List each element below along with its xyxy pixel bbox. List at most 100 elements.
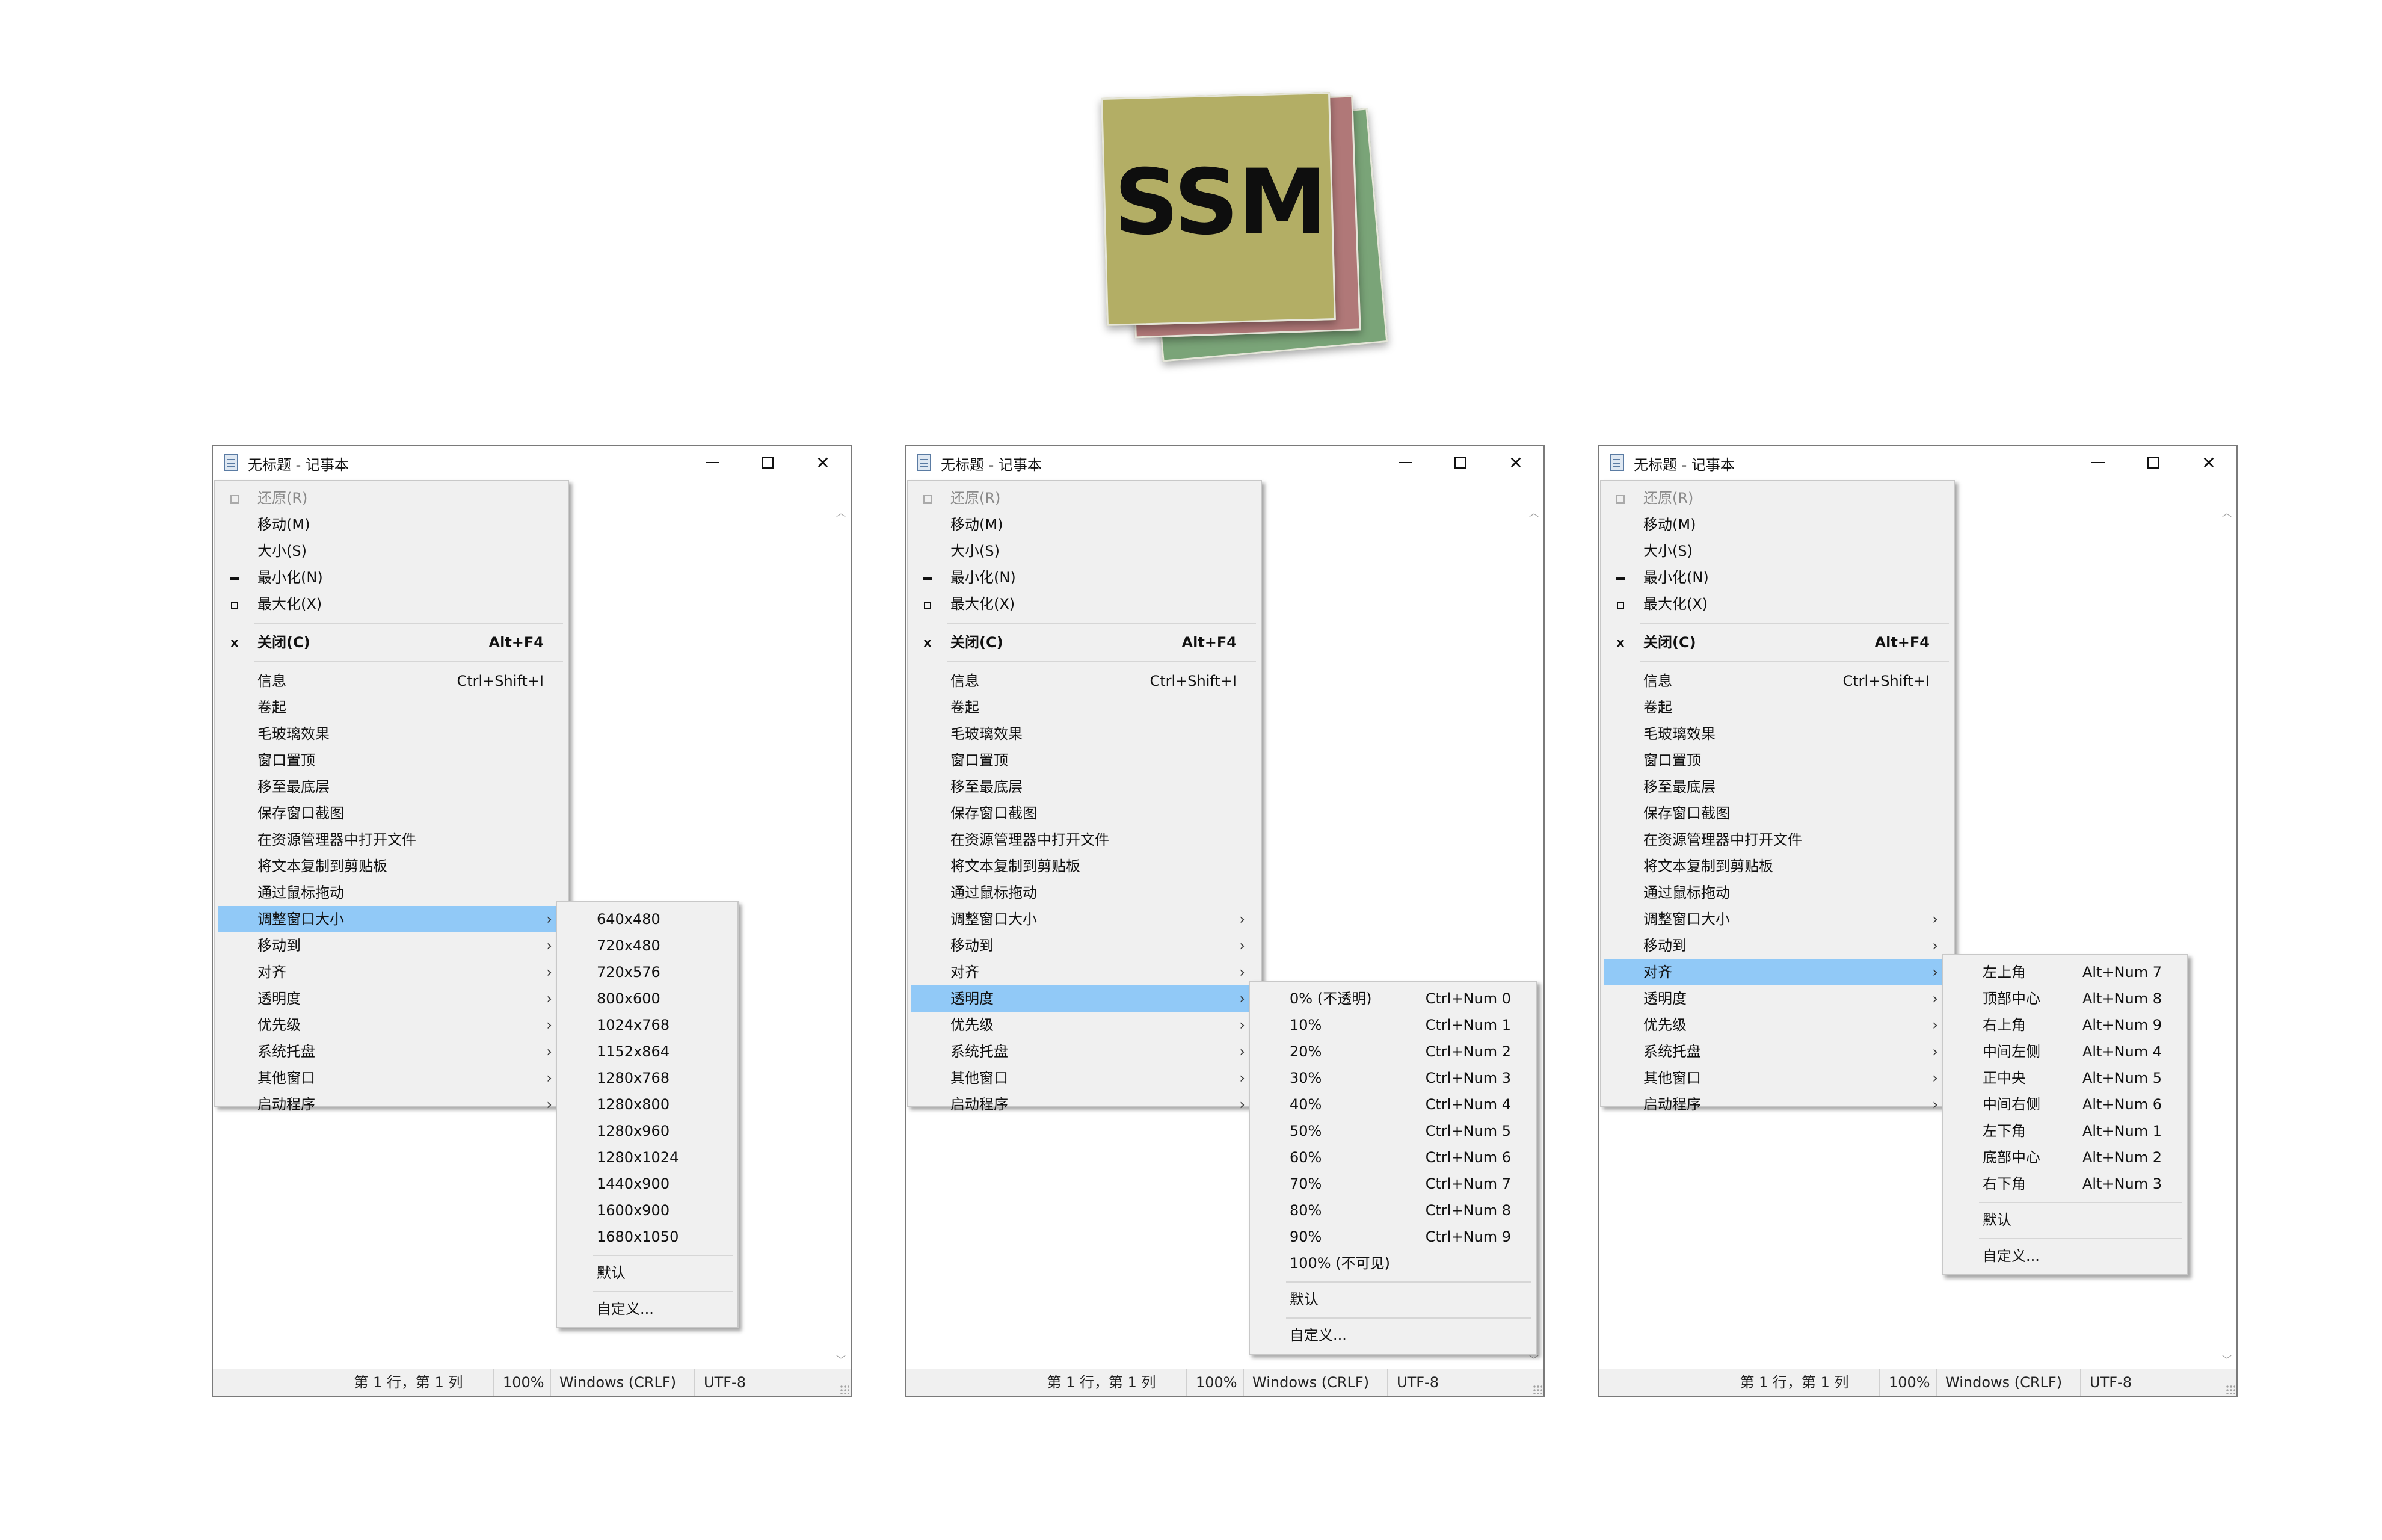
system-menu-item-12[interactable]: 在资源管理器中打开文件 (1604, 827, 1951, 853)
align-submenu-item-7[interactable]: 底部中心 Alt+Num 2 (1945, 1144, 2185, 1171)
system-menu-item-14[interactable]: 通过鼠标拖动 (911, 879, 1258, 906)
resize-submenu-default[interactable]: 默认 (559, 1260, 735, 1286)
system-menu-item-22[interactable]: 启动程序 › (1604, 1091, 1951, 1118)
opacity-submenu-item-8[interactable]: 80% Ctrl+Num 8 (1252, 1197, 1534, 1224)
minimize-button[interactable] (685, 446, 740, 479)
resize-submenu-item-6[interactable]: 1280x768 (559, 1065, 735, 1091)
system-menu-item-19[interactable]: 优先级 › (1604, 1012, 1951, 1038)
minimize-button[interactable] (2070, 446, 2126, 479)
opacity-submenu-default[interactable]: 默认 (1252, 1286, 1534, 1313)
system-menu-item-20[interactable]: 系统托盘 › (1604, 1038, 1951, 1065)
align-submenu-item-5[interactable]: 中间右侧 Alt+Num 6 (1945, 1091, 2185, 1118)
system-menu-item-6[interactable]: 信息 Ctrl+Shift+I (218, 668, 565, 694)
system-menu-item-17[interactable]: 对齐 › (911, 959, 1258, 985)
maximize-button[interactable] (740, 446, 795, 479)
resize-submenu-item-10[interactable]: 1440x900 (559, 1171, 735, 1197)
resize-submenu-item-8[interactable]: 1280x960 (559, 1118, 735, 1144)
resize-submenu-item-7[interactable]: 1280x800 (559, 1091, 735, 1118)
system-menu-item-17[interactable]: 对齐 › (218, 959, 565, 985)
system-menu-item-21[interactable]: 其他窗口 › (911, 1065, 1258, 1091)
scroll-down-icon[interactable]: ﹀ (2217, 1351, 2236, 1369)
system-menu-item-14[interactable]: 通过鼠标拖动 (1604, 879, 1951, 906)
align-submenu-item-2[interactable]: 右上角 Alt+Num 9 (1945, 1012, 2185, 1038)
system-menu-item-19[interactable]: 优先级 › (218, 1012, 565, 1038)
system-menu-item-9[interactable]: 窗口置顶 (218, 747, 565, 774)
maximize-button[interactable] (2126, 446, 2181, 479)
system-menu-item-8[interactable]: 毛玻璃效果 (1604, 721, 1951, 747)
system-menu-item-2[interactable]: 大小(S) (911, 538, 1258, 564)
scroll-up-icon[interactable]: ︿ (1524, 504, 1543, 522)
scroll-down-icon[interactable]: ﹀ (831, 1351, 851, 1369)
system-menu-item-21[interactable]: 其他窗口 › (218, 1065, 565, 1091)
resize-submenu-item-0[interactable]: 640x480 (559, 906, 735, 932)
system-menu-item-10[interactable]: 移至最底层 (1604, 774, 1951, 800)
system-menu-item-12[interactable]: 在资源管理器中打开文件 (218, 827, 565, 853)
system-menu-item-22[interactable]: 启动程序 › (218, 1091, 565, 1118)
align-submenu-item-3[interactable]: 中间左侧 Alt+Num 4 (1945, 1038, 2185, 1065)
system-menu-item-10[interactable]: 移至最底层 (911, 774, 1258, 800)
resize-grip[interactable] (840, 1385, 849, 1394)
minimize-button[interactable] (1377, 446, 1433, 479)
align-submenu-custom[interactable]: 自定义... (1945, 1243, 2185, 1269)
system-menu-item-22[interactable]: 启动程序 › (911, 1091, 1258, 1118)
vertical-scrollbar[interactable]: ︿ ﹀ (2217, 504, 2236, 1369)
resize-grip[interactable] (2226, 1385, 2235, 1394)
system-menu-item-16[interactable]: 移动到 › (911, 932, 1258, 959)
system-menu-item-4[interactable]: 最大化(X) (1604, 591, 1951, 617)
system-menu-item-5[interactable]: x 关闭(C) Alt+F4 (911, 629, 1258, 656)
scroll-up-icon[interactable]: ︿ (2217, 504, 2236, 522)
title-bar[interactable]: 无标题 - 记事本 ✕ (1599, 446, 2236, 479)
system-menu-item-13[interactable]: 将文本复制到剪贴板 (218, 853, 565, 879)
system-menu-item-1[interactable]: 移动(M) (1604, 511, 1951, 538)
opacity-submenu-item-10[interactable]: 100% (不可见) (1252, 1250, 1534, 1277)
system-menu-item-3[interactable]: 最小化(N) (1604, 564, 1951, 591)
align-submenu-item-4[interactable]: 正中央 Alt+Num 5 (1945, 1065, 2185, 1091)
system-menu-item-1[interactable]: 移动(M) (218, 511, 565, 538)
system-menu-item-10[interactable]: 移至最底层 (218, 774, 565, 800)
system-menu-item-6[interactable]: 信息 Ctrl+Shift+I (1604, 668, 1951, 694)
system-menu-item-5[interactable]: x 关闭(C) Alt+F4 (218, 629, 565, 656)
system-menu-item-6[interactable]: 信息 Ctrl+Shift+I (911, 668, 1258, 694)
system-menu-item-7[interactable]: 卷起 (1604, 694, 1951, 721)
system-menu-item-8[interactable]: 毛玻璃效果 (911, 721, 1258, 747)
system-menu-item-12[interactable]: 在资源管理器中打开文件 (911, 827, 1258, 853)
system-menu-item-11[interactable]: 保存窗口截图 (1604, 800, 1951, 827)
system-menu-item-2[interactable]: 大小(S) (1604, 538, 1951, 564)
system-menu-item-9[interactable]: 窗口置顶 (911, 747, 1258, 774)
close-button[interactable]: ✕ (1488, 446, 1543, 479)
system-menu-item-2[interactable]: 大小(S) (218, 538, 565, 564)
system-menu-item-18[interactable]: 透明度 › (218, 985, 565, 1012)
system-menu-item-4[interactable]: 最大化(X) (911, 591, 1258, 617)
opacity-submenu-item-6[interactable]: 60% Ctrl+Num 6 (1252, 1144, 1534, 1171)
system-menu-item-3[interactable]: 最小化(N) (218, 564, 565, 591)
title-bar[interactable]: 无标题 - 记事本 ✕ (213, 446, 851, 479)
title-bar[interactable]: 无标题 - 记事本 ✕ (906, 446, 1543, 479)
scroll-up-icon[interactable]: ︿ (831, 504, 851, 522)
system-menu-item-11[interactable]: 保存窗口截图 (218, 800, 565, 827)
resize-submenu-item-2[interactable]: 720x576 (559, 959, 735, 985)
resize-submenu-custom[interactable]: 自定义... (559, 1296, 735, 1322)
system-menu-item-4[interactable]: 最大化(X) (218, 591, 565, 617)
opacity-submenu-item-1[interactable]: 10% Ctrl+Num 1 (1252, 1012, 1534, 1038)
system-menu-item-5[interactable]: x 关闭(C) Alt+F4 (1604, 629, 1951, 656)
system-menu-item-13[interactable]: 将文本复制到剪贴板 (1604, 853, 1951, 879)
system-menu-item-11[interactable]: 保存窗口截图 (911, 800, 1258, 827)
system-menu-item-16[interactable]: 移动到 › (1604, 932, 1951, 959)
resize-submenu-item-9[interactable]: 1280x1024 (559, 1144, 735, 1171)
system-menu-item-9[interactable]: 窗口置顶 (1604, 747, 1951, 774)
maximize-button[interactable] (1433, 446, 1488, 479)
align-submenu-default[interactable]: 默认 (1945, 1207, 2185, 1233)
system-menu-item-14[interactable]: 通过鼠标拖动 (218, 879, 565, 906)
system-menu-item-20[interactable]: 系统托盘 › (911, 1038, 1258, 1065)
resize-submenu-item-5[interactable]: 1152x864 (559, 1038, 735, 1065)
resize-submenu-item-3[interactable]: 800x600 (559, 985, 735, 1012)
system-menu-item-15[interactable]: 调整窗口大小 › (911, 906, 1258, 932)
system-menu-item-17[interactable]: 对齐 › (1604, 959, 1951, 985)
system-menu-item-18[interactable]: 透明度 › (1604, 985, 1951, 1012)
align-submenu-item-6[interactable]: 左下角 Alt+Num 1 (1945, 1118, 2185, 1144)
opacity-submenu-item-5[interactable]: 50% Ctrl+Num 5 (1252, 1118, 1534, 1144)
resize-submenu-item-4[interactable]: 1024x768 (559, 1012, 735, 1038)
system-menu-item-3[interactable]: 最小化(N) (911, 564, 1258, 591)
system-menu-item-1[interactable]: 移动(M) (911, 511, 1258, 538)
opacity-submenu-item-2[interactable]: 20% Ctrl+Num 2 (1252, 1038, 1534, 1065)
